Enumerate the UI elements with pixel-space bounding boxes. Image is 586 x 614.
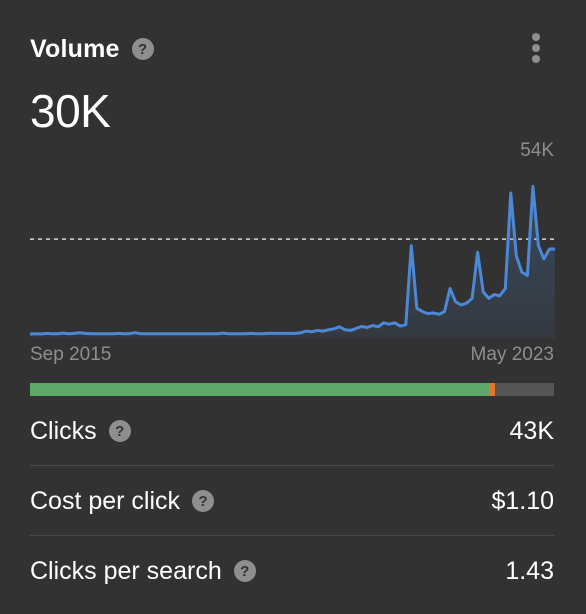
metric-value-clicks-per-search: 1.43 [505, 556, 554, 585]
x-axis-end-label: May 2023 [470, 344, 554, 365]
metric-row-clicks-per-search: Clicks per search ? 1.43 [30, 535, 554, 606]
help-icon[interactable]: ? [192, 490, 215, 512]
metric-label-cost-per-click: Cost per click [30, 486, 181, 515]
x-axis-start-label: Sep 2015 [30, 344, 112, 365]
difficulty-bar [30, 383, 554, 396]
help-icon[interactable]: ? [233, 560, 256, 582]
metric-row-clicks: Clicks ? 43K [30, 396, 554, 466]
help-icon[interactable]: ? [108, 420, 131, 442]
metric-value-cost-per-click: $1.10 [491, 486, 554, 515]
difficulty-bar-fill [30, 383, 490, 396]
metric-label-clicks: Clicks [30, 416, 97, 445]
volume-card: Volume ? 30K 54K Sep 2015 May 2023 Click… [0, 0, 586, 614]
difficulty-bar-marker [489, 383, 496, 396]
metric-row-cost-per-click: Cost per click ? $1.10 [30, 465, 554, 536]
metric-label-clicks-per-search: Clicks per search [30, 556, 222, 585]
metric-value-clicks: 43K [509, 416, 554, 445]
